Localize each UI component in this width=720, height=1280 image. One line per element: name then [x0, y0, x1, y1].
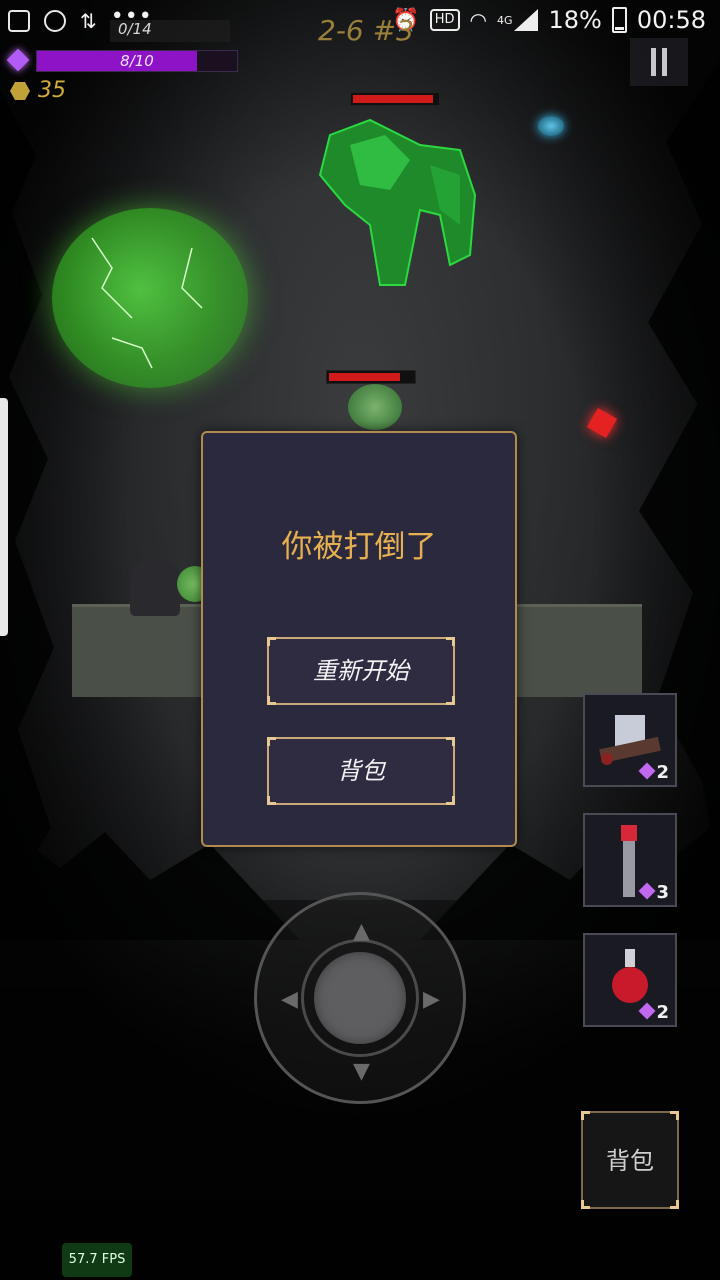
stone-wall-left [72, 604, 212, 697]
foliage-left [0, 90, 54, 910]
item-slot-1[interactable]: 2 [583, 693, 677, 787]
level-label: 2-6 #3 [318, 14, 414, 47]
corner-ornament [581, 1200, 590, 1209]
corner-ornament [446, 637, 455, 646]
xp-text: 0/14 [118, 20, 152, 38]
joystick-knob[interactable] [314, 952, 406, 1044]
battery-percent: 18% [548, 6, 602, 34]
corner-ornament [581, 1111, 590, 1120]
golem-hp-fill [353, 95, 433, 103]
pause-icon-bar [662, 48, 667, 76]
wifi-icon: ◠ [469, 8, 487, 32]
corner-ornament [670, 1200, 679, 1209]
restart-button[interactable]: 重新开始 [267, 637, 455, 705]
edge-panel-handle[interactable] [0, 398, 8, 636]
corner-ornament [446, 737, 455, 746]
bag-button[interactable]: 背包 [581, 1111, 679, 1209]
pause-icon [651, 48, 656, 76]
golem-enemy [318, 118, 477, 286]
item-count: 2 [656, 1002, 669, 1023]
joystick-left-icon: ◀ [281, 987, 298, 1012]
corner-ornament [267, 737, 276, 746]
game-icon [44, 10, 66, 32]
network-type: 4G [496, 13, 513, 27]
joystick-down-icon: ▼ [353, 1059, 370, 1084]
item-slot-2[interactable]: 3 [583, 813, 677, 907]
pause-button[interactable] [630, 38, 688, 86]
bag-button-label: 背包 [606, 1147, 654, 1175]
gallery-icon [8, 10, 30, 32]
status-right-icons: ⏰ HD ◠ 4G 18% 00:58 [392, 6, 706, 34]
restart-button-label: 重新开始 [313, 657, 409, 685]
golem-hp-bar [350, 92, 440, 106]
corner-ornament [446, 696, 455, 705]
hd-badge: HD [429, 9, 460, 31]
coin-count: 35 [38, 78, 66, 103]
toad-hp-fill [329, 373, 400, 381]
corner-ornament [670, 1111, 679, 1120]
joystick-right-icon: ▶ [423, 987, 440, 1012]
corner-ornament [267, 796, 276, 805]
stone-wall-right [512, 604, 642, 697]
dialog-bag-button[interactable]: 背包 [267, 737, 455, 805]
green-energy-orb [52, 208, 248, 388]
signal-icon [514, 9, 539, 31]
blue-rune-icon [538, 116, 564, 136]
battery-icon [611, 7, 627, 33]
dialog-bag-button-label: 背包 [337, 757, 385, 785]
mana-text: 8/10 [120, 52, 154, 70]
toad-enemy [348, 384, 402, 430]
item-count: 3 [656, 882, 669, 903]
red-crystal-icon [586, 407, 618, 439]
clock: 00:58 [636, 6, 706, 34]
corner-ornament [267, 696, 276, 705]
item-count: 2 [656, 762, 669, 783]
defeat-dialog: 你被打倒了 重新开始 背包 [201, 431, 517, 847]
player-character [130, 558, 180, 616]
mana-bar: 8/10 [36, 50, 238, 72]
dialog-title: 你被打倒了 [281, 529, 437, 565]
lightning-crackle-icon [91, 237, 203, 369]
transfer-icon: ⇅ [80, 9, 97, 33]
item-slot-3[interactable]: 2 [583, 933, 677, 1027]
virtual-joystick[interactable]: ▲ ▼ ◀ ▶ [254, 892, 466, 1104]
fps-counter: 57.7 FPS [62, 1243, 132, 1277]
joystick-up-icon: ▲ [353, 919, 370, 944]
toad-hp-bar [326, 370, 416, 384]
corner-ornament [267, 637, 276, 646]
corner-ornament [446, 796, 455, 805]
